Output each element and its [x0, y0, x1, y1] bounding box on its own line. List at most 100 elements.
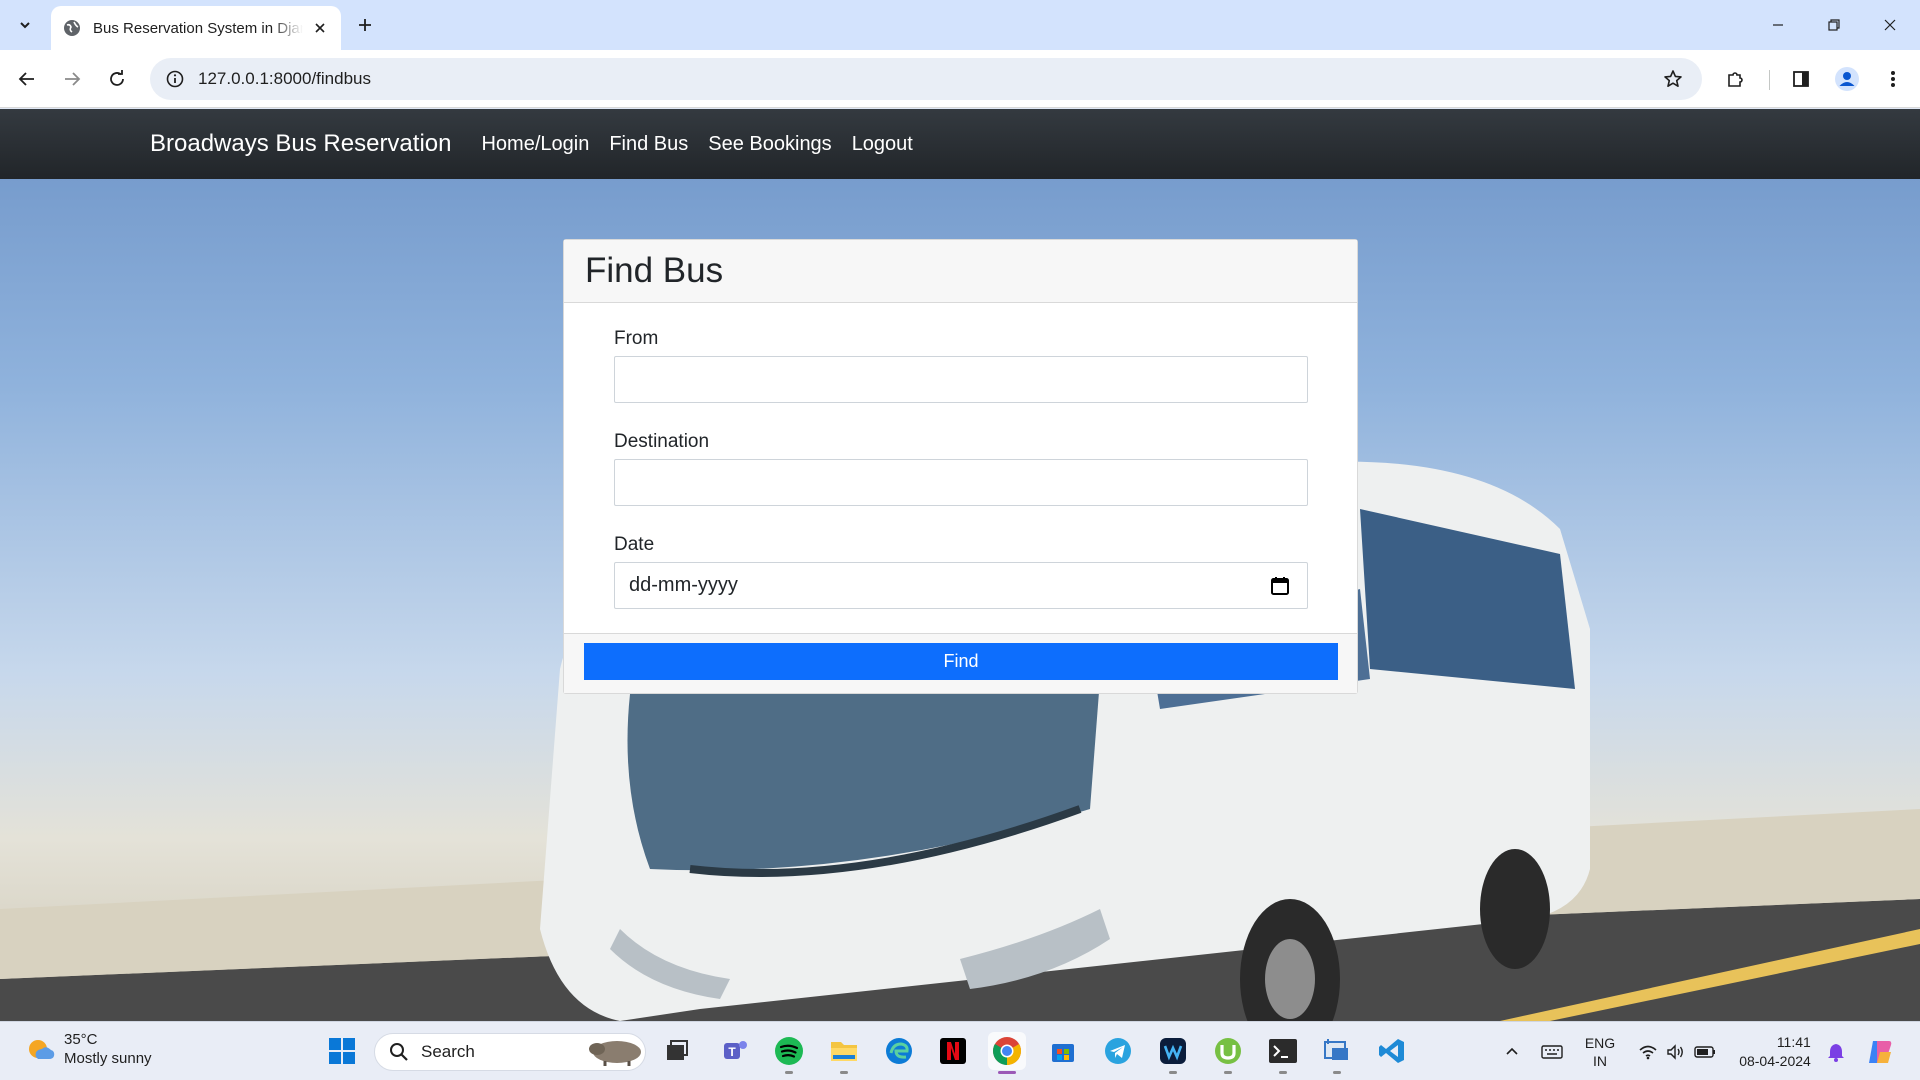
calendar-icon[interactable]: [1269, 575, 1291, 597]
browser-menu-button[interactable]: [1876, 62, 1910, 96]
notifications-button[interactable]: [1823, 1022, 1849, 1080]
clock-button[interactable]: 11:41 08-04-2024: [1730, 1022, 1820, 1080]
show-hidden-icons-button[interactable]: [1497, 1022, 1527, 1080]
taskbar-app-edge[interactable]: [880, 1032, 918, 1070]
minimize-button[interactable]: [1758, 8, 1798, 42]
search-highlight-icon: [589, 1041, 641, 1066]
taskbar-search[interactable]: Search: [374, 1033, 646, 1071]
teams-icon: T: [724, 1041, 747, 1059]
new-tab-button[interactable]: [352, 12, 378, 38]
taskbar-app-store[interactable]: [1044, 1032, 1082, 1070]
partly-sunny-icon: [29, 1040, 55, 1059]
telegram-icon: [1105, 1038, 1131, 1064]
side-panel-icon: [1793, 71, 1809, 87]
nav-find-bus[interactable]: Find Bus: [609, 133, 688, 156]
taskbar-app-chrome[interactable]: [988, 1032, 1026, 1074]
taskbar-app-spotify[interactable]: [770, 1032, 808, 1074]
weather-condition: Mostly sunny: [64, 1050, 152, 1067]
running-indicator: [1169, 1071, 1177, 1074]
find-button[interactable]: Find: [584, 643, 1338, 680]
chevron-down-icon: [20, 22, 30, 29]
tab-search-button[interactable]: [10, 10, 40, 40]
taskbar-app-netflix[interactable]: [934, 1032, 972, 1070]
find-bus-card: Find Bus From Destination Date dd-mm-yyy…: [563, 239, 1358, 694]
nav-see-bookings[interactable]: See Bookings: [708, 133, 831, 156]
browser-tab-strip: Bus Reservation System in Django: [0, 0, 1920, 50]
kebab-menu-icon: [1891, 71, 1895, 87]
bookmark-button[interactable]: [1658, 64, 1688, 94]
chevron-up-icon: [1506, 1047, 1518, 1055]
wifi-icon: [1639, 1045, 1657, 1059]
language-switcher[interactable]: ENG IN: [1578, 1022, 1622, 1080]
keyboard-button[interactable]: [1537, 1022, 1567, 1080]
nav-home-login[interactable]: Home/Login: [481, 133, 589, 156]
address-bar[interactable]: 127.0.0.1:8000/findbus: [150, 58, 1702, 100]
nav-logout[interactable]: Logout: [852, 133, 913, 156]
search-icon: [390, 1043, 408, 1061]
arrow-left-icon: [18, 72, 34, 86]
close-icon: [315, 23, 325, 33]
copilot-icon: [1869, 1040, 1892, 1063]
url-text[interactable]: 127.0.0.1:8000/findbus: [198, 69, 1658, 89]
page-title: Find Bus: [585, 251, 724, 290]
taskbar-app-vscode[interactable]: [1373, 1032, 1411, 1070]
windows-taskbar: 35°C Mostly sunny Search T ENG IN 11:41 …: [0, 1021, 1920, 1080]
taskbar-app-utorrent[interactable]: [1209, 1032, 1247, 1074]
terminal-icon: [1269, 1039, 1297, 1063]
region-code: IN: [1593, 1052, 1607, 1069]
forward-button[interactable]: [55, 62, 89, 96]
quick-settings-button[interactable]: [1632, 1022, 1722, 1080]
keyboard-icon: [1541, 1044, 1563, 1059]
vmware-icon: [1324, 1039, 1348, 1060]
taskbar-app-webex[interactable]: [1154, 1032, 1192, 1074]
side-panel-button[interactable]: [1784, 62, 1818, 96]
battery-icon: [1694, 1045, 1715, 1058]
site-brand[interactable]: Broadways Bus Reservation: [150, 130, 451, 158]
reload-icon: [110, 70, 124, 86]
edge-icon: [886, 1038, 912, 1064]
clock: 11:41 08-04-2024: [1739, 1033, 1811, 1071]
star-icon: [1664, 70, 1682, 87]
taskbar-app-telegram[interactable]: [1099, 1032, 1137, 1070]
taskbar-app-file-explorer[interactable]: [825, 1032, 863, 1074]
restore-button[interactable]: [1814, 8, 1854, 42]
weather-temperature: 35°C: [64, 1031, 98, 1048]
taskbar-app-terminal[interactable]: [1264, 1032, 1302, 1074]
puzzle-icon: [1728, 72, 1743, 87]
destination-label: Destination: [614, 431, 710, 452]
from-input[interactable]: [614, 356, 1308, 403]
taskbar-app-teams[interactable]: T: [716, 1032, 754, 1070]
language-indicator: ENG IN: [1585, 1034, 1615, 1070]
task-view-icon: [667, 1040, 688, 1060]
windows-logo-icon: [329, 1038, 355, 1064]
date-input[interactable]: dd-mm-yyyy: [614, 562, 1308, 609]
extensions-button[interactable]: [1719, 62, 1753, 96]
start-button[interactable]: [323, 1032, 361, 1070]
taskbar-app-vmware[interactable]: [1318, 1032, 1356, 1074]
back-button[interactable]: [10, 62, 44, 96]
close-tab-button[interactable]: [309, 17, 331, 39]
close-window-button[interactable]: [1870, 8, 1910, 42]
running-indicator: [840, 1071, 848, 1074]
profile-button[interactable]: [1830, 62, 1864, 96]
reload-button[interactable]: [100, 62, 134, 96]
browser-tab-active[interactable]: Bus Reservation System in Django: [51, 6, 341, 50]
vscode-icon: [1379, 1039, 1404, 1063]
volume-icon: [1667, 1043, 1683, 1060]
destination-input[interactable]: [614, 459, 1308, 506]
folder-icon: [831, 1042, 857, 1061]
plus-icon: [359, 19, 371, 31]
date-label: Date: [614, 534, 655, 555]
site-info-button[interactable]: [160, 64, 190, 94]
weather-widget[interactable]: 35°C Mostly sunny: [24, 1030, 152, 1068]
copilot-button[interactable]: [1862, 1022, 1898, 1080]
card-footer: Find: [564, 633, 1357, 693]
site-navbar: Broadways Bus Reservation Home/Login Fin…: [0, 109, 1920, 179]
globe-icon: [64, 20, 80, 36]
toolbar-separator: [1769, 70, 1770, 90]
close-icon: [1884, 19, 1896, 31]
card-header: Find Bus: [564, 240, 1357, 303]
running-indicator: [1279, 1071, 1287, 1074]
search-label: Search: [421, 1042, 475, 1061]
taskbar-app-task-view[interactable]: [658, 1032, 696, 1070]
